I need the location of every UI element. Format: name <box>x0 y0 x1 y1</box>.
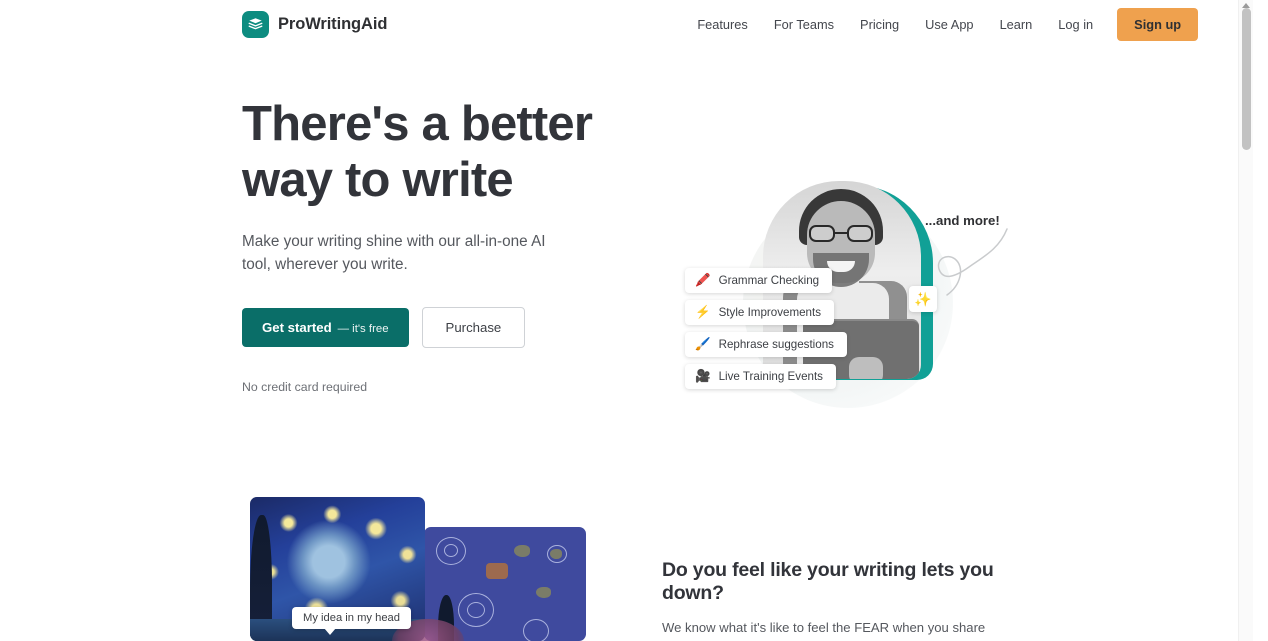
sketch-spiral <box>467 602 485 618</box>
lightning-icon: ⚡ <box>695 305 711 320</box>
main-navigation: Features For Teams Pricing Use App Learn… <box>684 7 1199 41</box>
hero-illustration: 🖍️ Grammar Checking ⚡ Style Improvements… <box>663 143 1023 443</box>
sketch-star <box>550 549 562 559</box>
no-credit-card-note: No credit card required <box>242 380 368 394</box>
nav-link-learn[interactable]: Learn <box>987 11 1046 38</box>
get-started-label: Get started <box>262 320 332 335</box>
chip-label: Rephrase suggestions <box>718 338 834 351</box>
feature-chip-style-improvements: ⚡ Style Improvements <box>685 300 835 325</box>
nav-link-log-in[interactable]: Log in <box>1045 11 1106 38</box>
video-camera-icon: 🎥 <box>695 369 711 384</box>
page-scrollbar[interactable] <box>1238 0 1253 641</box>
glasses-icon <box>809 225 873 242</box>
nav-link-use-app[interactable]: Use App <box>912 11 986 38</box>
section2-body: We know what it's like to feel the FEAR … <box>662 620 1004 641</box>
feature-chip-grammar-checking: 🖍️ Grammar Checking <box>685 268 833 293</box>
hero-copy: There's a better way to write Make your … <box>242 96 642 394</box>
hero-cta-group: Get started — it's free Purchase <box>242 307 642 348</box>
chip-label: Grammar Checking <box>718 274 820 287</box>
chip-label: Style Improvements <box>718 306 822 319</box>
sketch-star <box>514 545 530 557</box>
hand <box>849 357 883 379</box>
purchase-button[interactable]: Purchase <box>421 307 526 348</box>
hero-title-line-2: way to write <box>242 153 514 207</box>
writing-lets-you-down-section: My idea in my head Do you feel like your… <box>0 497 1253 641</box>
section2-copy: Do you feel like your writing lets you d… <box>662 497 1022 641</box>
nav-link-pricing[interactable]: Pricing <box>847 11 912 38</box>
brand-logo[interactable]: ProWritingAid <box>242 10 388 38</box>
sign-up-button[interactable]: Sign up <box>1117 7 1199 41</box>
pen-icon: 🖍️ <box>695 273 711 288</box>
nav-link-for-teams[interactable]: For Teams <box>761 11 847 38</box>
brand-name: ProWritingAid <box>278 14 388 33</box>
feature-chip-live-training-events: 🎥 Live Training Events <box>685 364 836 389</box>
section2-title: Do you feel like your writing lets you d… <box>662 559 994 604</box>
feature-chip-list: 🖍️ Grammar Checking ⚡ Style Improvements… <box>685 268 847 389</box>
hero-title-line-1: There's a better <box>242 97 593 151</box>
nav-link-features[interactable]: Features <box>684 11 761 38</box>
sketch-star <box>536 587 551 598</box>
glasses-bridge <box>835 232 847 235</box>
scrollbar-thumb[interactable] <box>1242 8 1251 150</box>
sketch-spiral <box>523 619 549 641</box>
page-root: ProWritingAid Features For Teams Pricing… <box>0 0 1253 641</box>
hero-section: There's a better way to write Make your … <box>0 48 1253 408</box>
page-title: There's a better way to write <box>242 96 642 208</box>
hero-subtitle: Make your writing shine with our all-in-… <box>242 233 546 273</box>
feature-chip-rephrase-suggestions: 🖌️ Rephrase suggestions <box>685 332 847 357</box>
get-started-sublabel: — it's free <box>337 323 389 335</box>
site-header: ProWritingAid Features For Teams Pricing… <box>0 0 1253 48</box>
magic-wand-icon: 🖌️ <box>695 337 711 352</box>
and-more-label: ...and more! <box>925 213 1000 228</box>
chip-label: Live Training Events <box>718 370 823 383</box>
idea-tooltip: My idea in my head <box>292 607 412 635</box>
sparkles-icon: ✨ <box>909 286 937 312</box>
get-started-button[interactable]: Get started — it's free <box>242 308 409 347</box>
starry-night-comparison: My idea in my head <box>242 497 587 641</box>
sketch-sun <box>486 563 508 579</box>
sketch-spiral <box>444 544 458 557</box>
book-check-icon <box>242 10 269 38</box>
lens-right <box>847 225 873 242</box>
lens-left <box>809 225 835 242</box>
